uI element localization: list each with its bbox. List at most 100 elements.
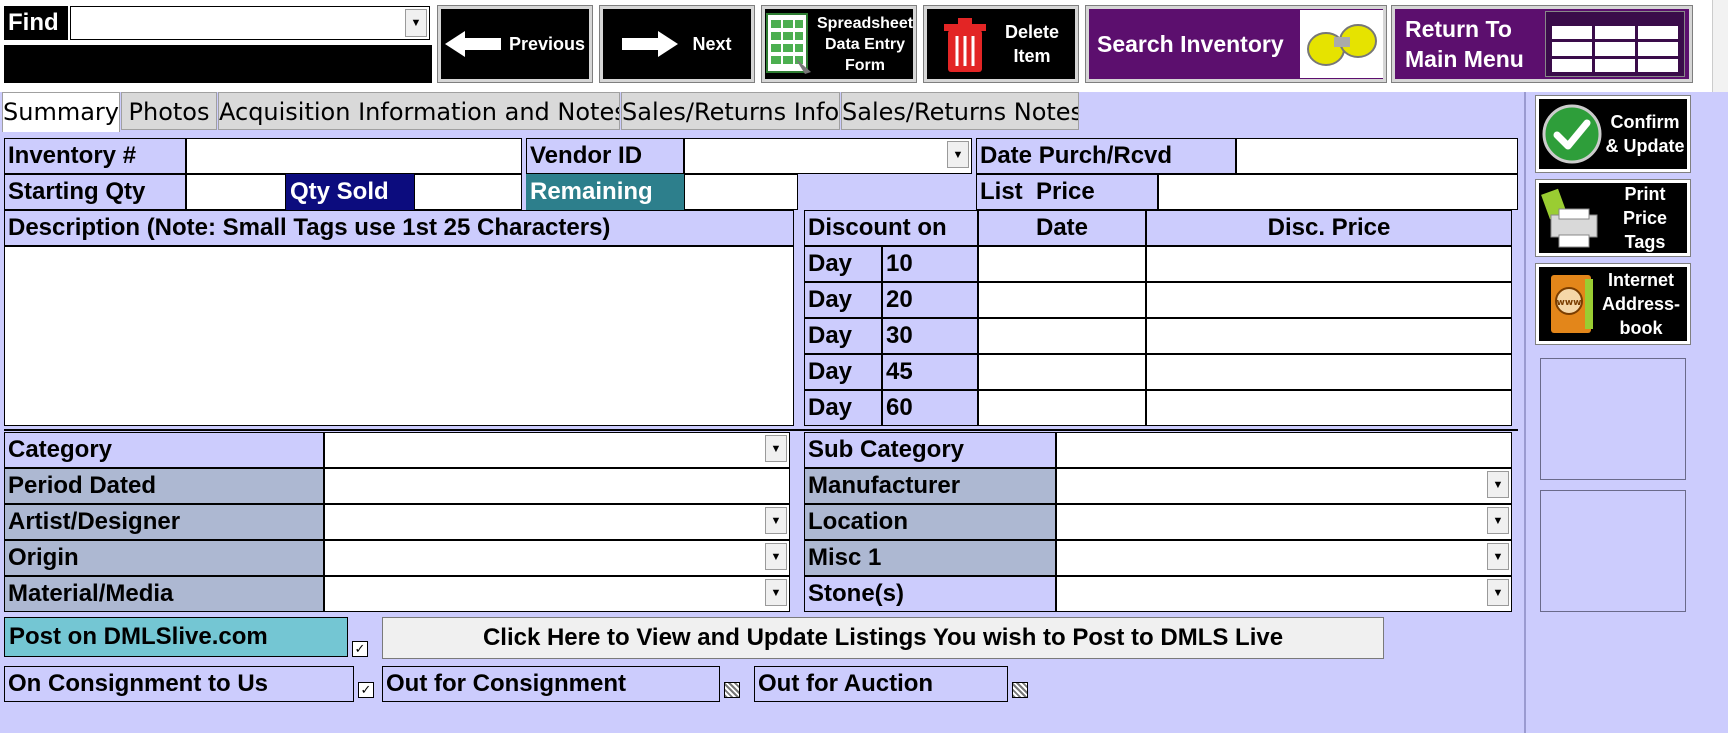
qty-sold-field[interactable] <box>414 174 522 210</box>
list-price-label: List Price <box>976 174 1158 210</box>
out-auction-checkbox[interactable] <box>1012 682 1028 698</box>
return-main-menu-button[interactable]: Return To Main Menu <box>1391 5 1693 83</box>
starting-qty-field[interactable] <box>186 174 286 210</box>
material-label: Material/Media <box>4 576 324 612</box>
sub-category-label: Sub Category <box>804 432 1056 468</box>
post-dmls-label: Post on DMLSlive.com <box>4 617 348 657</box>
inventory-field[interactable] <box>186 138 522 174</box>
location-label: Location <box>804 504 1056 540</box>
tab-sales-returns-notes[interactable]: Sales/Returns Notes <box>841 92 1079 130</box>
chevron-down-icon[interactable]: ▼ <box>947 141 969 168</box>
artist-label: Artist/Designer <box>4 504 324 540</box>
discount-price-field[interactable] <box>1146 318 1512 354</box>
misc1-label: Misc 1 <box>804 540 1056 576</box>
previous-label: Previous <box>508 33 586 54</box>
trash-icon <box>944 18 986 72</box>
section-divider <box>4 429 1518 431</box>
discount-day-number: 45 <box>882 354 978 390</box>
discount-date-field[interactable] <box>978 246 1146 282</box>
chevron-down-icon[interactable]: ▼ <box>1487 579 1509 606</box>
sub-category-field[interactable] <box>1056 432 1512 468</box>
stones-combobox[interactable]: ▼ <box>1056 576 1512 612</box>
addressbook-label: Internet Address-book <box>1601 270 1681 338</box>
vertical-scrollbar[interactable] <box>1712 0 1728 92</box>
manufacturer-label: Manufacturer <box>804 468 1056 504</box>
view-listings-button[interactable]: Click Here to View and Update Listings Y… <box>382 617 1384 659</box>
chevron-down-icon[interactable]: ▼ <box>765 435 787 462</box>
find-label: Find <box>4 6 68 40</box>
next-button[interactable]: Next <box>599 5 755 83</box>
vendor-combobox[interactable]: ▼ <box>684 138 972 174</box>
previous-button[interactable]: Previous <box>437 5 593 83</box>
search-inventory-button[interactable]: Search Inventory <box>1085 5 1387 83</box>
next-label: Next <box>692 33 732 54</box>
tab-acquisition[interactable]: Acquisition Information and Notes <box>218 92 620 130</box>
artist-combobox[interactable]: ▼ <box>324 504 790 540</box>
qty-sold-label: Qty Sold <box>286 174 414 210</box>
spreadsheet-icon <box>766 13 811 74</box>
date-purch-label: Date Purch/Rcvd <box>976 138 1236 174</box>
discount-price-field[interactable] <box>1146 390 1512 426</box>
manufacturer-combobox[interactable]: ▼ <box>1056 468 1512 504</box>
out-consignment-label: Out for Consignment <box>382 666 720 702</box>
arrow-left-icon <box>444 31 501 57</box>
remaining-field[interactable] <box>684 174 798 210</box>
discount-price-field[interactable] <box>1146 354 1512 390</box>
list-price-field[interactable] <box>1158 174 1518 210</box>
origin-combobox[interactable]: ▼ <box>324 540 790 576</box>
discount-date-field[interactable] <box>978 282 1146 318</box>
discount-day-label: Day <box>804 282 882 318</box>
out-consignment-checkbox[interactable] <box>724 682 740 698</box>
chevron-down-icon[interactable]: ▼ <box>1487 471 1509 498</box>
on-consignment-checkbox[interactable]: ✓ <box>358 682 374 698</box>
delete-item-button[interactable]: Delete Item <box>923 5 1079 83</box>
find-combobox[interactable]: ▼ <box>70 6 430 40</box>
post-dmls-checkbox[interactable]: ✓ <box>352 641 368 657</box>
tab-photos[interactable]: Photos <box>121 92 217 130</box>
tab-sales-returns-info[interactable]: Sales/Returns Info <box>621 92 840 130</box>
chevron-down-icon[interactable]: ▼ <box>1487 543 1509 570</box>
remaining-label: Remaining <box>526 174 684 210</box>
starting-qty-label: Starting Qty <box>4 174 186 210</box>
print-label: Print Price Tags <box>1622 184 1668 252</box>
period-dated-field[interactable] <box>324 468 790 504</box>
binoculars-icon <box>1300 10 1383 78</box>
search-inventory-label: Search Inventory <box>1097 30 1284 57</box>
chevron-down-icon[interactable]: ▼ <box>765 543 787 570</box>
discount-date-field[interactable] <box>978 318 1146 354</box>
chevron-down-icon[interactable]: ▼ <box>405 9 427 37</box>
stones-label: Stone(s) <box>804 576 1056 612</box>
image-frame-1 <box>1540 358 1686 480</box>
out-auction-label: Out for Auction <box>754 666 1008 702</box>
discount-day-number: 20 <box>882 282 978 318</box>
date-header: Date <box>978 210 1146 246</box>
internet-addressbook-button[interactable]: www Internet Address-book <box>1535 263 1691 345</box>
discount-day-number: 30 <box>882 318 978 354</box>
confirm-label: Confirm & Update <box>1605 112 1685 156</box>
discount-price-field[interactable] <box>1146 246 1512 282</box>
description-textarea[interactable] <box>4 246 794 426</box>
material-combobox[interactable]: ▼ <box>324 576 790 612</box>
print-price-tags-button[interactable]: Print Price Tags <box>1535 179 1691 257</box>
location-combobox[interactable]: ▼ <box>1056 504 1512 540</box>
find-status-bar <box>4 45 432 83</box>
chevron-down-icon[interactable]: ▼ <box>1487 507 1509 534</box>
discount-date-field[interactable] <box>978 390 1146 426</box>
discount-date-field[interactable] <box>978 354 1146 390</box>
chevron-down-icon[interactable]: ▼ <box>765 507 787 534</box>
disc-price-header: Disc. Price <box>1146 210 1512 246</box>
content-divider <box>1524 92 1526 733</box>
return-label: Return To Main Menu <box>1405 16 1524 72</box>
chevron-down-icon[interactable]: ▼ <box>765 579 787 606</box>
confirm-update-button[interactable]: Confirm & Update <box>1535 95 1691 173</box>
category-combobox[interactable]: ▼ <box>324 432 790 468</box>
misc1-combobox[interactable]: ▼ <box>1056 540 1512 576</box>
addressbook-icon: www <box>1551 275 1593 333</box>
tab-summary[interactable]: Summary <box>2 92 120 132</box>
discount-day-label: Day <box>804 390 882 426</box>
date-purch-field[interactable] <box>1236 138 1518 174</box>
discount-day-number: 60 <box>882 390 978 426</box>
discount-price-field[interactable] <box>1146 282 1512 318</box>
svg-text:www: www <box>1557 298 1582 308</box>
spreadsheet-form-button[interactable]: Spreadsheet Data Entry Form <box>761 5 917 83</box>
